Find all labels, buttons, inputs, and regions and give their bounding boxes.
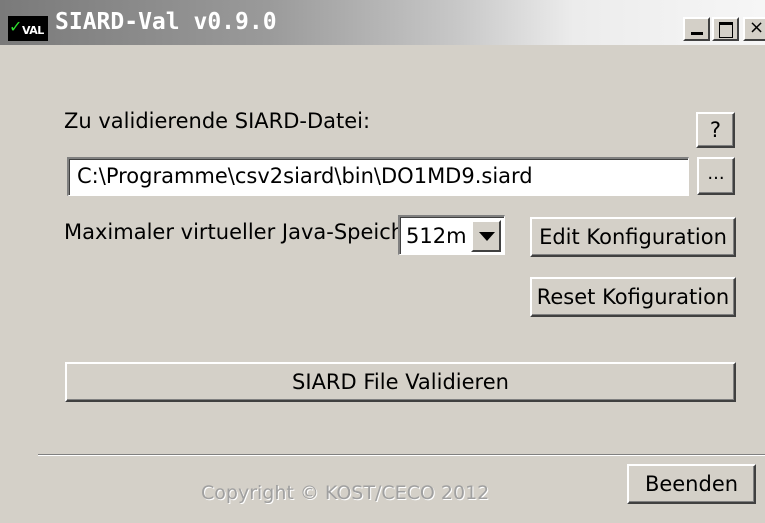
exit-button[interactable]: Beenden (627, 464, 756, 504)
edit-config-button[interactable]: Edit Konfiguration (530, 217, 736, 257)
application-window: ✓ VAL SIARD-Val v0.9.0 × Zu validierende… (0, 0, 765, 523)
close-button[interactable]: × (743, 17, 765, 41)
help-button[interactable]: ? (696, 112, 735, 148)
window-title: SIARD-Val v0.9.0 (55, 9, 277, 35)
reset-config-button[interactable]: Reset Kofiguration (530, 277, 736, 317)
app-logo-label: VAL (22, 24, 44, 37)
separator-highlight (38, 455, 765, 456)
checkmark-icon: ✓ (9, 17, 22, 36)
title-bar[interactable]: ✓ VAL SIARD-Val v0.9.0 × (0, 0, 765, 45)
dropdown-arrow-icon[interactable] (471, 220, 501, 252)
memory-select-value: 512m (406, 224, 467, 248)
browse-button[interactable]: ... (697, 157, 735, 195)
maximize-button[interactable] (712, 17, 739, 41)
memory-select[interactable]: 512m (398, 215, 505, 255)
file-label: Zu validierende SIARD-Datei: (64, 109, 371, 133)
app-logo-icon: ✓ VAL (8, 16, 48, 41)
file-path-input[interactable]: C:\Programme\csv2siard\bin\DO1MD9.siard (67, 157, 689, 196)
validate-button[interactable]: SIARD File Validieren (65, 362, 736, 402)
copyright-text: Copyright © KOST/CECO 2012 (201, 482, 490, 504)
close-icon: × (749, 17, 765, 38)
memory-label: Maximaler virtueller Java-Speicher: (64, 220, 433, 244)
minimize-button[interactable] (683, 17, 710, 41)
